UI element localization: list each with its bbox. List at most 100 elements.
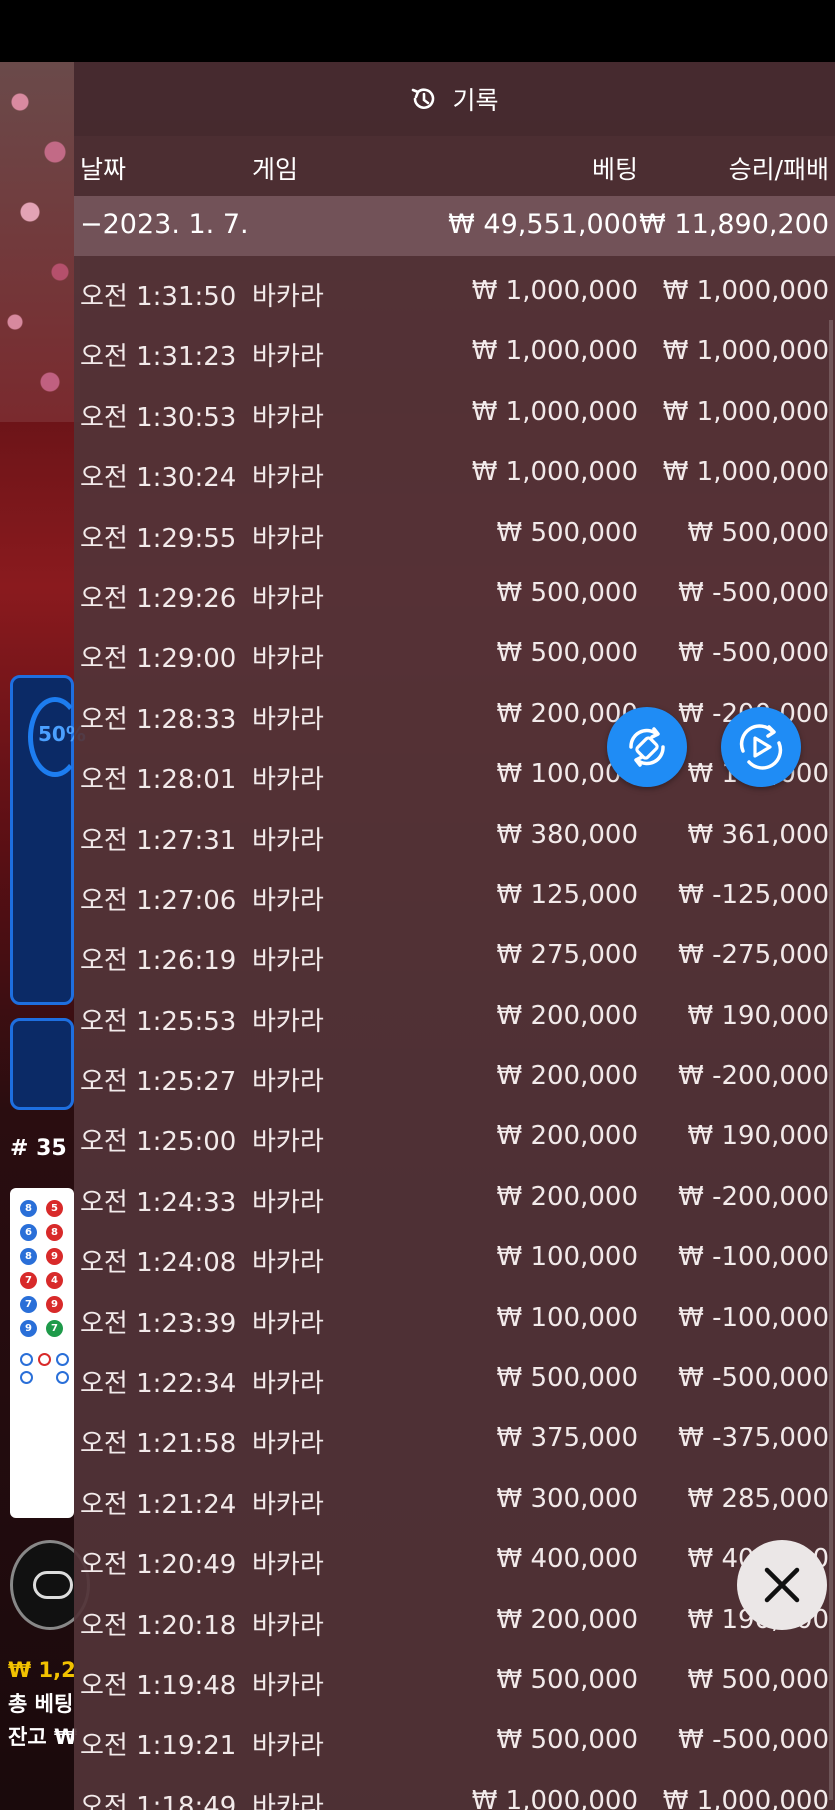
row-time: 오전 1:29:00 — [80, 644, 237, 675]
row-time: 오전 1:29:26 — [80, 583, 237, 614]
roadmap-dot: 6 — [20, 1224, 37, 1241]
row-bet: ₩ 125,000 — [496, 879, 639, 910]
history-row[interactable]: 오전 1:23:39 바카라 ₩ 100,000 ₩ -100,000 — [74, 1287, 835, 1347]
row-time: 오전 1:19:48 — [80, 1670, 237, 1701]
history-row[interactable]: 오전 1:29:26 바카라 ₩ 500,000 ₩ -500,000 — [74, 562, 835, 622]
row-game: 바카라 — [252, 1187, 324, 1218]
history-row[interactable]: 오전 1:31:23 바카라 ₩ 1,000,000 ₩ 1,000,000 — [74, 320, 835, 380]
column-date: 날짜 — [80, 155, 127, 184]
history-row[interactable]: 오전 1:21:58 바카라 ₩ 375,000 ₩ -375,000 — [74, 1407, 835, 1467]
row-win-loss: ₩ -500,000 — [678, 638, 829, 669]
history-row[interactable]: 오전 1:30:24 바카라 ₩ 1,000,000 ₩ 1,000,000 — [74, 441, 835, 501]
roadmap-board[interactable]: 8 5 6 8 8 9 7 4 7 9 9 7 — [10, 1188, 74, 1518]
row-game: 바카라 — [252, 1670, 324, 1701]
balance-label: 잔고 ₩ — [8, 1725, 78, 1749]
row-bet: ₩ 400,000 — [496, 1544, 639, 1575]
history-row[interactable]: 오전 1:21:24 바카라 ₩ 300,000 ₩ 285,000 — [74, 1468, 835, 1528]
row-time: 오전 1:30:24 — [80, 463, 237, 494]
history-row[interactable]: 오전 1:29:00 바카라 ₩ 500,000 ₩ -500,000 — [74, 622, 835, 682]
history-row[interactable]: 오전 1:29:55 바카라 ₩ 500,000 ₩ 500,000 — [74, 502, 835, 562]
video-replay-button[interactable] — [721, 707, 801, 787]
history-row[interactable]: 오전 1:19:48 바카라 ₩ 500,000 ₩ 500,000 — [74, 1649, 835, 1709]
row-game: 바카라 — [252, 885, 324, 916]
close-history-button[interactable] — [737, 1540, 827, 1630]
row-win-loss: ₩ 1,000,000 — [662, 276, 829, 306]
row-game: 바카라 — [252, 1610, 324, 1641]
row-win-loss: ₩ -125,000 — [678, 879, 829, 910]
row-time: 오전 1:19:21 — [80, 1731, 237, 1762]
history-title: 기록 — [452, 86, 499, 115]
roadmap-ring — [38, 1353, 51, 1366]
history-row[interactable]: 오전 1:24:08 바카라 ₩ 100,000 ₩ -100,000 — [74, 1226, 835, 1286]
row-time: 오전 1:31:23 — [80, 342, 237, 373]
history-icon — [410, 85, 438, 113]
row-game: 바카라 — [252, 402, 324, 433]
row-game: 바카라 — [252, 1429, 324, 1460]
row-game: 바카라 — [252, 1550, 324, 1581]
row-win-loss: ₩ 1,000,000 — [662, 396, 829, 427]
row-game: 바카라 — [252, 704, 324, 735]
roadmap-dot: 7 — [46, 1320, 63, 1337]
row-time: 오전 1:28:01 — [80, 765, 237, 796]
history-row[interactable]: 오전 1:30:53 바카라 ₩ 1,000,000 ₩ 1,000,000 — [74, 381, 835, 441]
history-row[interactable]: 오전 1:24:33 바카라 ₩ 200,000 ₩ -200,000 — [74, 1166, 835, 1226]
history-row[interactable]: 오전 1:18:49 바카라 ₩ 1,000,000 ₩ 1,000,000 — [74, 1770, 835, 1810]
row-game: 바카라 — [252, 1731, 324, 1762]
history-row[interactable]: 오전 1:31:50 바카라 ₩ 1,000,000 ₩ 1,000,000 — [74, 260, 835, 320]
row-time: 오전 1:20:18 — [80, 1610, 237, 1641]
row-win-loss: ₩ -200,000 — [678, 1061, 829, 1092]
row-game: 바카라 — [252, 825, 324, 856]
row-game: 바카라 — [252, 1791, 324, 1810]
history-row[interactable]: 오전 1:25:00 바카라 ₩ 200,000 ₩ 190,000 — [74, 1105, 835, 1165]
row-game: 바카라 — [252, 1489, 324, 1520]
row-time: 오전 1:21:58 — [80, 1429, 237, 1460]
roadmap-dot: 5 — [46, 1200, 63, 1217]
row-bet: ₩ 500,000 — [496, 577, 639, 608]
win-amount: ₩ 1,2 — [8, 1658, 76, 1682]
roadmap-dot: 7 — [20, 1296, 37, 1313]
row-bet: ₩ 380,000 — [496, 819, 639, 850]
status-bar — [0, 0, 835, 62]
history-row[interactable]: 오전 1:26:19 바카라 ₩ 275,000 ₩ -275,000 — [74, 924, 835, 984]
row-game: 바카라 — [252, 1369, 324, 1400]
row-bet: ₩ 500,000 — [496, 638, 639, 669]
history-row[interactable]: 오전 1:20:18바카라₩ 200,000₩ 190,000 — [74, 1589, 835, 1649]
row-game: 바카라 — [252, 1127, 324, 1158]
rotate-screen-button[interactable] — [607, 707, 687, 787]
round-number: # 35 — [10, 1136, 67, 1161]
row-game: 바카라 — [252, 765, 324, 796]
row-time: 오전 1:21:24 — [80, 1489, 237, 1520]
summary-bet: ₩ 49,551,000 — [448, 209, 638, 240]
row-bet: ₩ 275,000 — [496, 940, 639, 971]
total-bet-label: 총 베팅 — [8, 1692, 74, 1716]
date-summary-row[interactable]: −2023. 1. 7. ₩ 49,551,000 ₩ 11,890,200 — [74, 196, 835, 256]
row-bet: ₩ 500,000 — [496, 1725, 639, 1756]
row-bet: ₩ 200,000 — [496, 1121, 639, 1152]
roadmap-ring — [20, 1353, 33, 1366]
row-bet: ₩ 500,000 — [496, 1664, 639, 1695]
column-win-loss: 승리/패배 — [728, 155, 829, 184]
row-win-loss: ₩ 190,000 — [687, 1121, 830, 1152]
history-row[interactable]: 오전 1:25:53 바카라 ₩ 200,000 ₩ 190,000 — [74, 985, 835, 1045]
history-row[interactable]: 오전 1:19:21 바카라 ₩ 500,000 ₩ -500,000 — [74, 1709, 835, 1769]
bet-area-panel[interactable] — [10, 1018, 74, 1110]
history-row[interactable]: 오전 1:20:49바카라₩ 400,000₩ 400,000 — [74, 1528, 835, 1588]
history-row[interactable]: 오전 1:22:34 바카라 ₩ 500,000 ₩ -500,000 — [74, 1347, 835, 1407]
history-row[interactable]: 오전 1:27:31 바카라 ₩ 380,000 ₩ 361,000 — [74, 804, 835, 864]
row-win-loss: ₩ 1,000,000 — [662, 336, 829, 367]
history-row[interactable]: 오전 1:25:27 바카라 ₩ 200,000 ₩ -200,000 — [74, 1045, 835, 1105]
row-bet: ₩ 200,000 — [496, 1181, 639, 1212]
screen-rotate-icon — [629, 727, 665, 767]
close-icon — [764, 1567, 800, 1603]
history-rows: 오전 1:31:50 바카라 ₩ 1,000,000 ₩ 1,000,000 오전 1:… — [74, 260, 835, 1810]
roadmap-dot: 9 — [46, 1296, 63, 1313]
history-row[interactable]: 오전 1:27:06 바카라 ₩ 125,000 ₩ -125,000 — [74, 864, 835, 924]
row-win-loss: ₩ -375,000 — [678, 1423, 829, 1454]
roadmap-dot: 8 — [46, 1224, 63, 1241]
row-bet: ₩ 100,000 — [496, 1302, 639, 1333]
history-scrollbar[interactable] — [829, 320, 833, 1800]
chip-icon — [33, 1571, 73, 1599]
row-win-loss: ₩ 500,000 — [687, 517, 830, 548]
row-win-loss: ₩ -200,000 — [678, 1181, 829, 1212]
row-game: 바카라 — [252, 1006, 324, 1037]
